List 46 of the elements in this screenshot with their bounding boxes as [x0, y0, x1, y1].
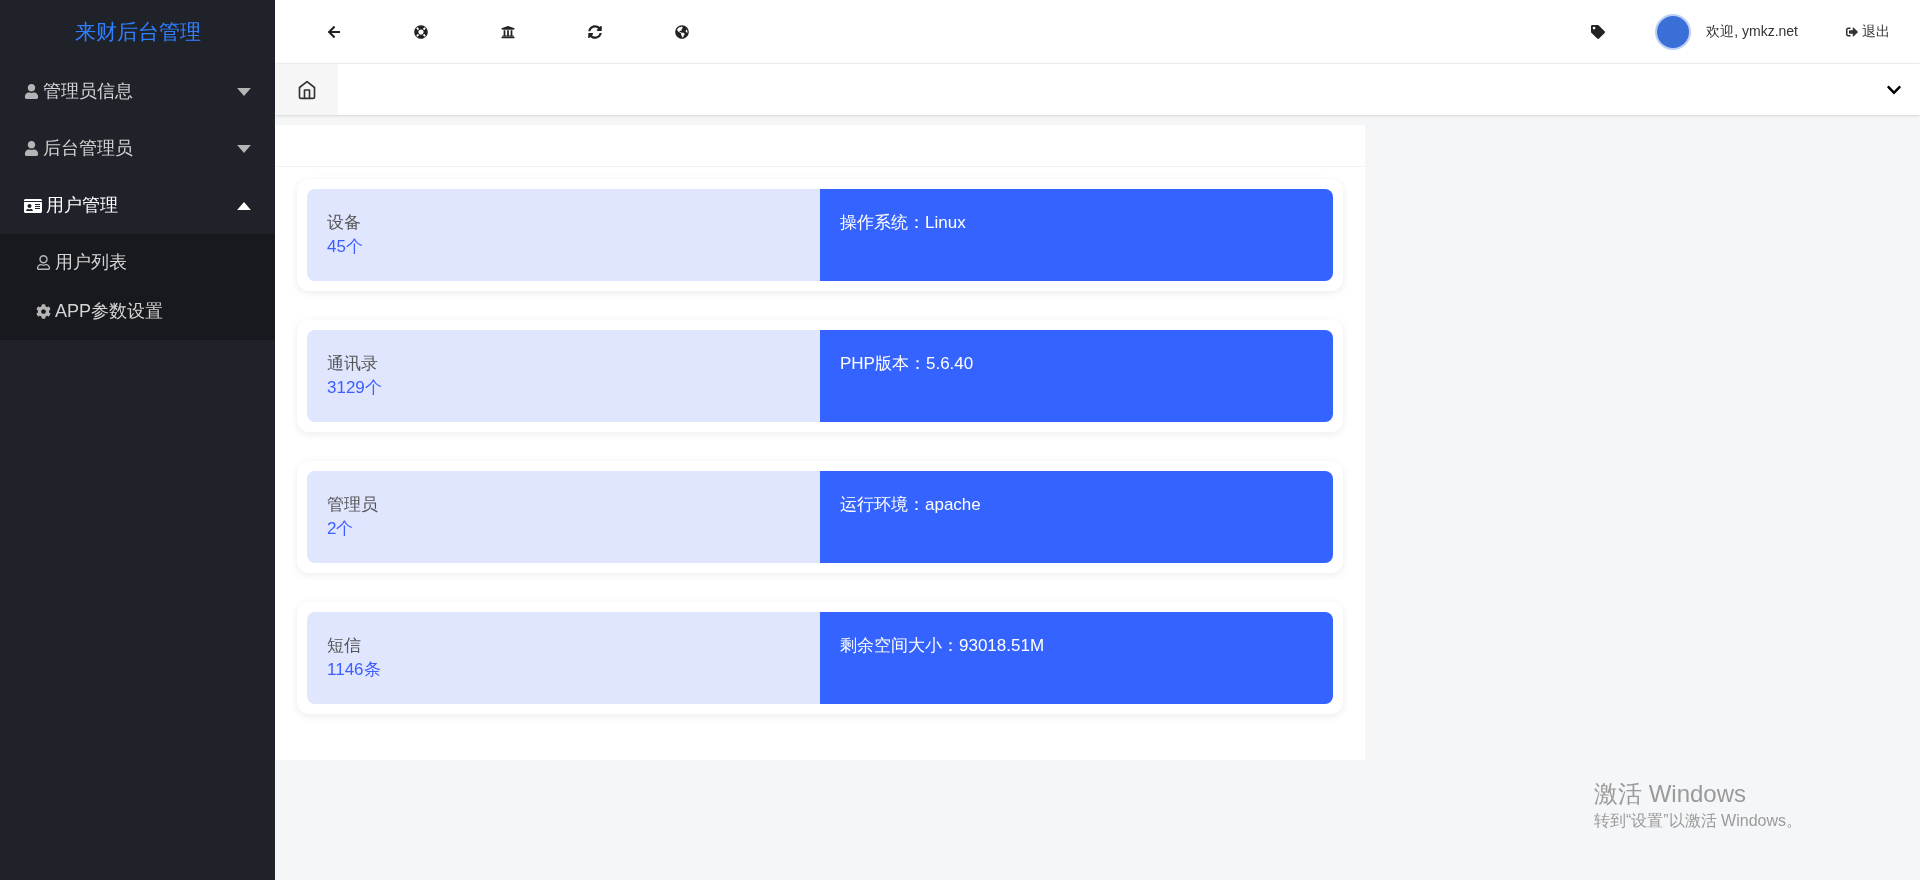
stat-count: 2个 [327, 518, 355, 540]
sidebar-item-label: 用户管理 [46, 194, 118, 217]
id-card-icon [24, 196, 42, 215]
stat-label: 管理员 [327, 494, 379, 516]
sidebar-item[interactable]: 用户管理 [0, 177, 275, 234]
user-icon [24, 141, 39, 156]
sidebar-subitem-label: APP参数设置 [55, 300, 164, 323]
user-outline-icon [36, 255, 51, 270]
back-arrow-icon [327, 24, 341, 39]
caret-icon [237, 201, 251, 210]
stat-count: 45个 [327, 236, 364, 258]
welcome-text: 欢迎, ymkz.net [1706, 22, 1798, 41]
caret-icon [237, 144, 251, 153]
activation-hint: 转到“设置”以激活 Windows。 [1594, 811, 1802, 831]
caret-icon [237, 87, 251, 96]
sidebar-subitem[interactable]: 用户列表 [0, 238, 275, 287]
logout-icon [1846, 25, 1858, 38]
bank-icon [501, 24, 515, 39]
logout-button[interactable]: 退出 [1846, 21, 1890, 42]
tag-icon [1591, 24, 1606, 39]
lifebuoy-icon [414, 24, 428, 39]
activation-title: 激活 Windows [1594, 779, 1748, 809]
tag-button[interactable] [1591, 24, 1606, 39]
avatar [1655, 13, 1692, 50]
stat-info: 剩余空间大小：93018.51M [840, 636, 1045, 655]
stat-label: 短信 [327, 635, 362, 657]
stat-label: 通讯录 [327, 353, 379, 375]
sidebar-subitem[interactable]: APP参数设置 [0, 287, 275, 336]
sidebar-subitem-label: 用户列表 [55, 251, 127, 274]
stat-info: 运行环境：apache [840, 495, 981, 514]
stat-count: 3129个 [327, 377, 383, 399]
sidebar-item-label: 管理员信息 [43, 80, 133, 103]
home-icon [296, 79, 317, 100]
app-title: 来财后台管理 [74, 18, 201, 45]
sidebar-item-label: 后台管理员 [43, 137, 133, 160]
stat-info: PHP版本：5.6.40 [840, 354, 974, 373]
stat-info: 操作系统：Linux [840, 213, 966, 232]
stat-label: 设备 [327, 212, 362, 234]
stat-count: 1146条 [327, 659, 382, 681]
sidebar-item[interactable]: 管理员信息 [0, 63, 275, 120]
sidebar-item[interactable]: 后台管理员 [0, 120, 275, 177]
globe-icon [675, 24, 689, 39]
user-icon [24, 84, 39, 99]
refresh-icon [588, 24, 602, 39]
home-tab[interactable] [275, 64, 338, 115]
gear-icon [36, 304, 51, 319]
